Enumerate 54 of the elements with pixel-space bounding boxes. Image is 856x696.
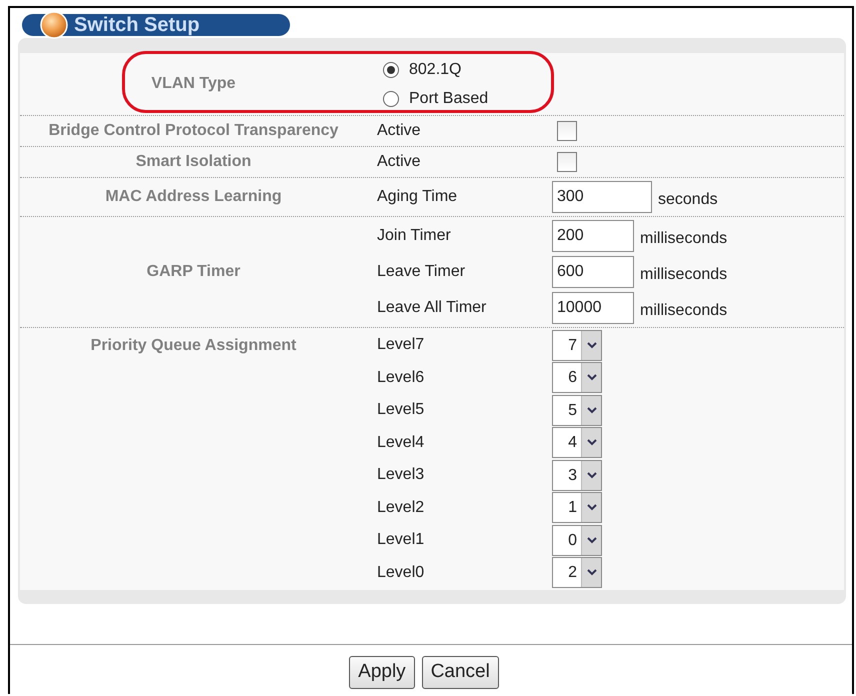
checkbox[interactable] <box>557 121 577 141</box>
field-label: Active <box>376 152 422 172</box>
select-dropdown[interactable]: 7 <box>552 330 602 361</box>
field-label: Leave Timer <box>376 262 466 282</box>
select-dropdown[interactable]: 0 <box>552 524 602 556</box>
chevron-down-icon <box>586 472 596 479</box>
chevron-down-icon <box>586 439 596 446</box>
panel-title: Switch Setup <box>74 14 200 36</box>
radio-label: 802.1Q <box>409 60 462 80</box>
field-label: Level2 <box>376 498 426 518</box>
input-field[interactable]: 200 <box>552 220 634 252</box>
section-label: MAC Address Learning <box>105 187 282 207</box>
field-label: Level0 <box>376 562 426 583</box>
radio-label: Port Based <box>409 88 488 108</box>
section-label: GARP Timer <box>146 262 240 282</box>
chevron-down-icon <box>586 342 596 349</box>
section-label: VLAN Type <box>151 74 236 94</box>
chevron-down-icon <box>586 536 596 544</box>
select-dropdown[interactable]: 5 <box>552 394 602 426</box>
form-button[interactable]: Cancel <box>422 656 499 688</box>
field-label: Leave All Timer <box>376 298 488 318</box>
input-field[interactable]: 300 <box>552 181 652 213</box>
field-label: Level5 <box>376 400 426 420</box>
select-dropdown[interactable]: 3 <box>552 460 602 491</box>
chevron-down-icon <box>586 406 596 414</box>
section-label: Bridge Control Protocol Transparency <box>48 121 338 141</box>
form-button[interactable]: Apply <box>349 656 415 688</box>
select-dropdown[interactable]: 4 <box>552 427 602 458</box>
field-label: Level3 <box>376 465 426 486</box>
field-label: Aging Time <box>376 187 458 207</box>
chevron-down-icon <box>586 374 596 382</box>
field-label: Level1 <box>376 530 426 550</box>
field-label: Level7 <box>376 335 426 356</box>
select-dropdown[interactable]: 6 <box>552 362 602 394</box>
input-field[interactable]: 10000 <box>552 292 634 324</box>
unit-label: milliseconds <box>640 265 728 285</box>
chevron-down-icon <box>586 569 596 576</box>
radio-button[interactable] <box>383 90 399 106</box>
select-dropdown[interactable]: 1 <box>552 492 602 524</box>
section-label: Priority Queue Assignment <box>90 336 296 356</box>
orb-icon <box>40 11 68 39</box>
radio-button[interactable] <box>383 62 399 78</box>
checkbox[interactable] <box>557 152 577 172</box>
unit-label: milliseconds <box>640 229 728 249</box>
field-label: Active <box>376 121 422 141</box>
unit-label: seconds <box>658 190 718 210</box>
field-label: Level4 <box>376 432 426 453</box>
field-label: Join Timer <box>376 226 452 246</box>
select-dropdown[interactable]: 2 <box>552 557 602 588</box>
chevron-down-icon <box>586 504 596 512</box>
input-field[interactable]: 600 <box>552 256 634 288</box>
section-label: Smart Isolation <box>136 152 252 172</box>
field-label: Level6 <box>376 368 426 388</box>
unit-label: milliseconds <box>640 301 728 321</box>
